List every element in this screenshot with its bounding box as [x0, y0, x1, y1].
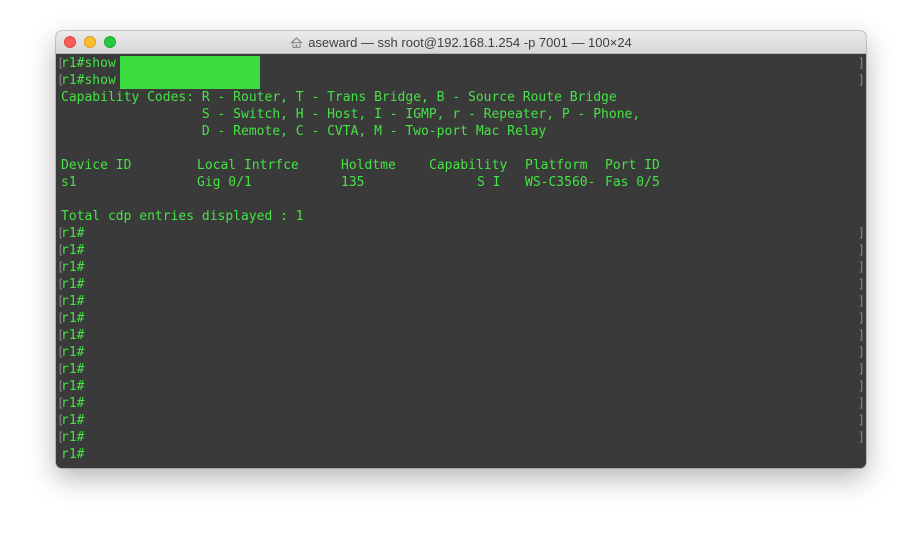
prompt: r1#: [61, 362, 85, 377]
prompt: r1#: [61, 430, 85, 445]
mark-bracket-right: ]: [857, 396, 865, 410]
title-bar[interactable]: aseward — ssh root@192.168.1.254 -p 7001…: [56, 31, 866, 54]
mark-bracket-right: ]: [857, 413, 865, 427]
mark-bracket-right: ]: [857, 328, 865, 342]
mark-bracket-right: ]: [857, 430, 865, 444]
terminal-window: aseward — ssh root@192.168.1.254 -p 7001…: [56, 31, 866, 468]
header-platform: Platform: [525, 158, 588, 173]
mark-bracket-right: ]: [857, 362, 865, 376]
prompt-line: [r1#]: [56, 395, 866, 412]
capability-codes-line-1: Capability Codes: R - Router, T - Trans …: [61, 90, 617, 105]
prompt-line: [r1#]: [56, 327, 866, 344]
prompt: r1#: [61, 226, 85, 241]
header-local-intrfce: Local Intrfce: [197, 158, 299, 173]
mark-bracket-right: ]: [857, 379, 865, 393]
prompt: r1#: [61, 328, 85, 343]
prompt-line: [r1#]: [56, 242, 866, 259]
mark-bracket-right: ]: [857, 260, 865, 274]
prompt-line: [r1#]: [56, 310, 866, 327]
total-entries: Total cdp entries displayed : 1: [61, 209, 304, 224]
prompt-line: [r1#]: [56, 429, 866, 446]
cell-device-id: s1: [61, 175, 77, 190]
prompt: r1#: [61, 379, 85, 394]
prompt: r1#: [61, 311, 85, 326]
mark-bracket-right: ]: [857, 345, 865, 359]
table-header: Device ID Local Intrfce Holdtme Capabili…: [56, 157, 866, 174]
mark-bracket-right: ]: [857, 311, 865, 325]
prompt-line: [r1#]: [56, 225, 866, 242]
capability-codes-line-3: D - Remote, C - CVTA, M - Two-port Mac R…: [61, 124, 547, 139]
window-title: aseward — ssh root@192.168.1.254 -p 7001…: [56, 35, 866, 50]
redacted-block: [120, 72, 260, 89]
cell-local-intrfce: Gig 0/1: [197, 175, 252, 190]
prompt-line: [r1#]: [56, 293, 866, 310]
redacted-block: [120, 56, 260, 72]
prompt: r1#: [61, 277, 85, 292]
command-line: [ r1#show ]: [56, 72, 866, 89]
window-title-text: aseward — ssh root@192.168.1.254 -p 7001…: [308, 35, 632, 50]
prompt: r1#: [61, 345, 85, 360]
mark-bracket-right: ]: [857, 56, 865, 70]
mark-bracket-right: ]: [857, 73, 865, 87]
prompt: r1#: [61, 294, 85, 309]
header-port-id: Port ID: [605, 158, 660, 173]
prompt-line-current: r1#: [56, 446, 866, 463]
command-line: [ r1#show ]: [56, 55, 866, 72]
prompt-line: [r1#]: [56, 412, 866, 429]
prompt-line: [r1#]: [56, 378, 866, 395]
mark-bracket-right: ]: [857, 226, 865, 240]
capability-codes-line-2: S - Switch, H - Host, I - IGMP, r - Repe…: [61, 107, 641, 122]
cell-port-id: Fas 0/5: [605, 175, 660, 190]
header-capability: Capability: [429, 158, 508, 173]
terminal-output[interactable]: [ r1#show ] [ r1#show ] Capability Codes…: [56, 54, 866, 468]
prompt: r1#: [61, 243, 85, 258]
output-line: S - Switch, H - Host, I - IGMP, r - Repe…: [56, 106, 866, 123]
prompt-line: [r1#]: [56, 361, 866, 378]
output-line: D - Remote, C - CVTA, M - Two-port Mac R…: [56, 123, 866, 140]
output-line: Capability Codes: R - Router, T - Trans …: [56, 89, 866, 106]
prompt: r1#: [61, 260, 85, 275]
prompt: r1#: [61, 396, 85, 411]
prompt-line: [r1#]: [56, 259, 866, 276]
mark-bracket-right: ]: [857, 277, 865, 291]
prompt: r1#: [61, 413, 85, 428]
current-prompt[interactable]: r1#: [61, 446, 84, 463]
header-holdtme: Holdtme: [341, 158, 396, 173]
table-row: s1 Gig 0/1 135 S I WS-C3560- Fas 0/5: [56, 174, 866, 191]
header-device-id: Device ID: [61, 158, 132, 173]
cell-platform: WS-C3560-: [525, 175, 596, 190]
home-icon: [290, 37, 303, 48]
output-line: Total cdp entries displayed : 1: [56, 208, 866, 225]
command-text: r1#show: [61, 73, 116, 88]
mark-bracket-right: ]: [857, 243, 865, 257]
prompt-line: [r1#]: [56, 344, 866, 361]
command-text: r1#show: [61, 56, 116, 71]
mark-bracket-right: ]: [857, 294, 865, 308]
prompt-line: [r1#]: [56, 276, 866, 293]
cell-holdtme: 135: [341, 175, 365, 190]
cell-capability: S I: [477, 175, 501, 190]
